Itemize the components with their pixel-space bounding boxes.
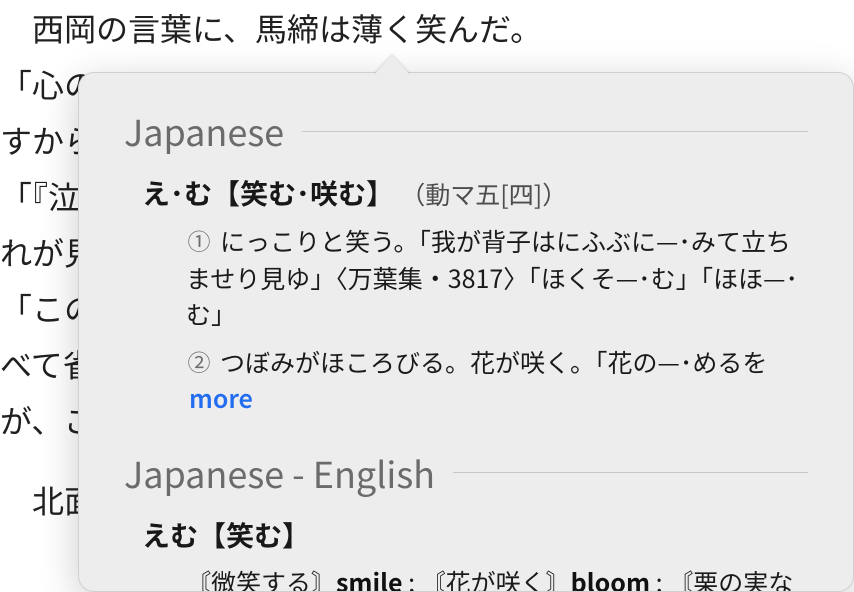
- header-rule: [302, 131, 808, 132]
- sense-text: にっこりと笑う。「我が背子はにふぶに—･みて立ちませり見ゆ」〈万葉集・3817〉…: [186, 223, 798, 332]
- section-title: Japanese: [124, 105, 284, 157]
- je-sep: ;: [403, 564, 421, 592]
- text-line: 西岡の言葉に、馬締は薄く笑んだ。: [0, 0, 542, 56]
- je-jp-bracket: 〘花が咲く〙: [421, 564, 571, 592]
- je-jp-bracket: 〘微笑する〙: [186, 564, 336, 592]
- sense-1: ①にっこりと笑う。「我が背子はにふぶに—･みて立ちませり見ゆ」〈万葉集・3817…: [186, 223, 808, 332]
- more-link[interactable]: more: [189, 380, 253, 416]
- sense-number-icon: ②: [186, 348, 212, 374]
- headword: え･む【笑む･咲む】: [142, 173, 394, 213]
- sense-text: つぼみがほころびる。花が咲く。「花の—･めるを: [220, 344, 767, 380]
- headword: えむ【笑む】: [142, 515, 310, 555]
- je-en-gloss: bloom: [571, 564, 650, 592]
- dictionary-popover[interactable]: Japanese え･む【笑む･咲む】 （動マ五[四]） ①にっこりと笑う。「我…: [78, 72, 854, 592]
- headword-row-japanese: え･む【笑む･咲む】 （動マ五[四]）: [142, 175, 808, 211]
- section-title: Japanese - English: [124, 447, 435, 499]
- header-rule: [453, 472, 808, 473]
- sense-number-icon: ①: [186, 227, 212, 253]
- je-sep: ;: [650, 564, 668, 592]
- sense-2: ② つぼみがほころびる。花が咲く。「花の—･めるをmore: [186, 344, 808, 417]
- section-header-japanese-english: Japanese - English: [124, 447, 808, 499]
- headword-row-je: えむ【笑む】: [142, 517, 808, 553]
- section-header-japanese: Japanese: [124, 105, 808, 157]
- popover-pointer: [374, 55, 410, 75]
- je-definition: 〘微笑する〙smile ; 〘花が咲く〙bloom ; 〘栗の実などが熟して裂け…: [186, 563, 808, 592]
- je-en-gloss: smile: [336, 564, 402, 592]
- grammar-note: （動マ五[四]）: [400, 176, 567, 212]
